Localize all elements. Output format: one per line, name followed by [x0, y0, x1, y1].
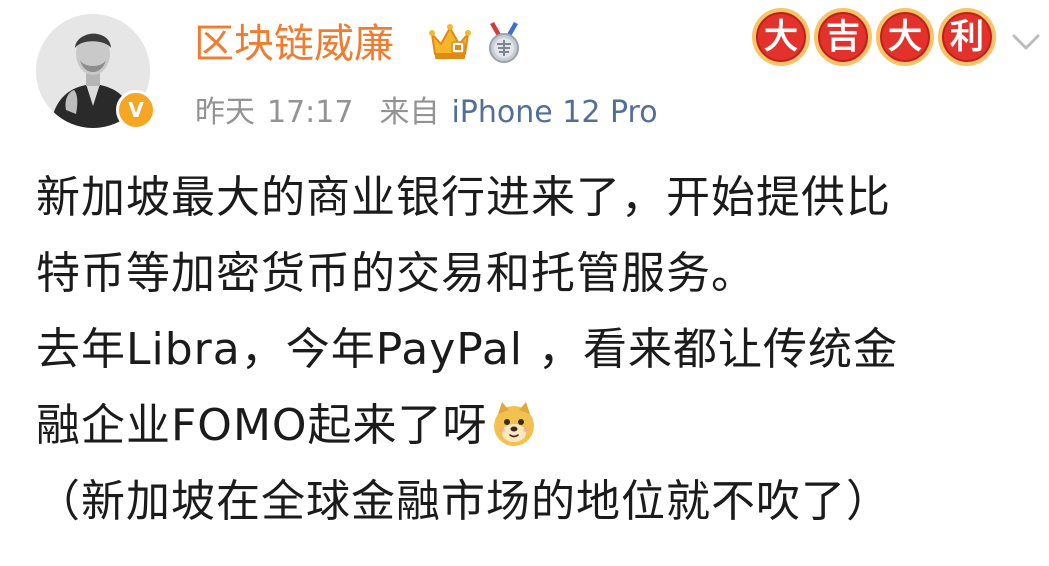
post-body: 新加坡最大的商业银行进来了，开始提供比 特币等加密货币的交易和托管服务。 去年L… [36, 160, 1028, 540]
post-meta: 昨天 17:17 来自 iPhone 12 Pro [195, 93, 658, 133]
fortune-disc: 大 [752, 8, 810, 66]
fortune-char: 利 [950, 17, 984, 57]
verified-badge-mark: V [128, 98, 144, 122]
fortune-char: 大 [888, 17, 922, 57]
medal-icon[interactable] [484, 20, 524, 64]
post-line-with-emoji: 融企业FOMO起来了呀 [36, 388, 1028, 464]
fortune-disc: 吉 [814, 8, 872, 66]
crown-icon[interactable] [428, 22, 472, 62]
post-line: 新加坡最大的商业银行进来了，开始提供比 [36, 172, 891, 223]
source-device-link[interactable]: iPhone 12 Pro [451, 95, 657, 130]
post-line: 特币等加密货币的交易和托管服务。 [36, 248, 756, 299]
fortune-decoration[interactable]: 大 吉 大 利 [752, 4, 1002, 70]
fortune-disc: 利 [938, 8, 996, 66]
source-prefix: 来自 [379, 95, 440, 130]
post-line: 融企业FOMO起来了呀 [36, 400, 488, 451]
post-line: 去年Libra，今年PayPal ，看来都让传统金 [36, 324, 899, 375]
post-time: 17:17 [267, 95, 354, 130]
chevron-down-icon[interactable] [1006, 22, 1046, 62]
fortune-char: 吉 [826, 17, 860, 57]
verified-badge: V [116, 90, 156, 130]
post-date: 昨天 [195, 95, 255, 130]
fortune-disc: 大 [876, 8, 934, 66]
post-line: （新加坡在全球金融市场的地位就不吹了） [36, 476, 891, 527]
avatar-container[interactable]: V [36, 14, 156, 130]
doge-icon [493, 402, 534, 446]
author-name[interactable]: 区块链威廉 [194, 18, 394, 70]
fortune-char: 大 [764, 17, 798, 57]
